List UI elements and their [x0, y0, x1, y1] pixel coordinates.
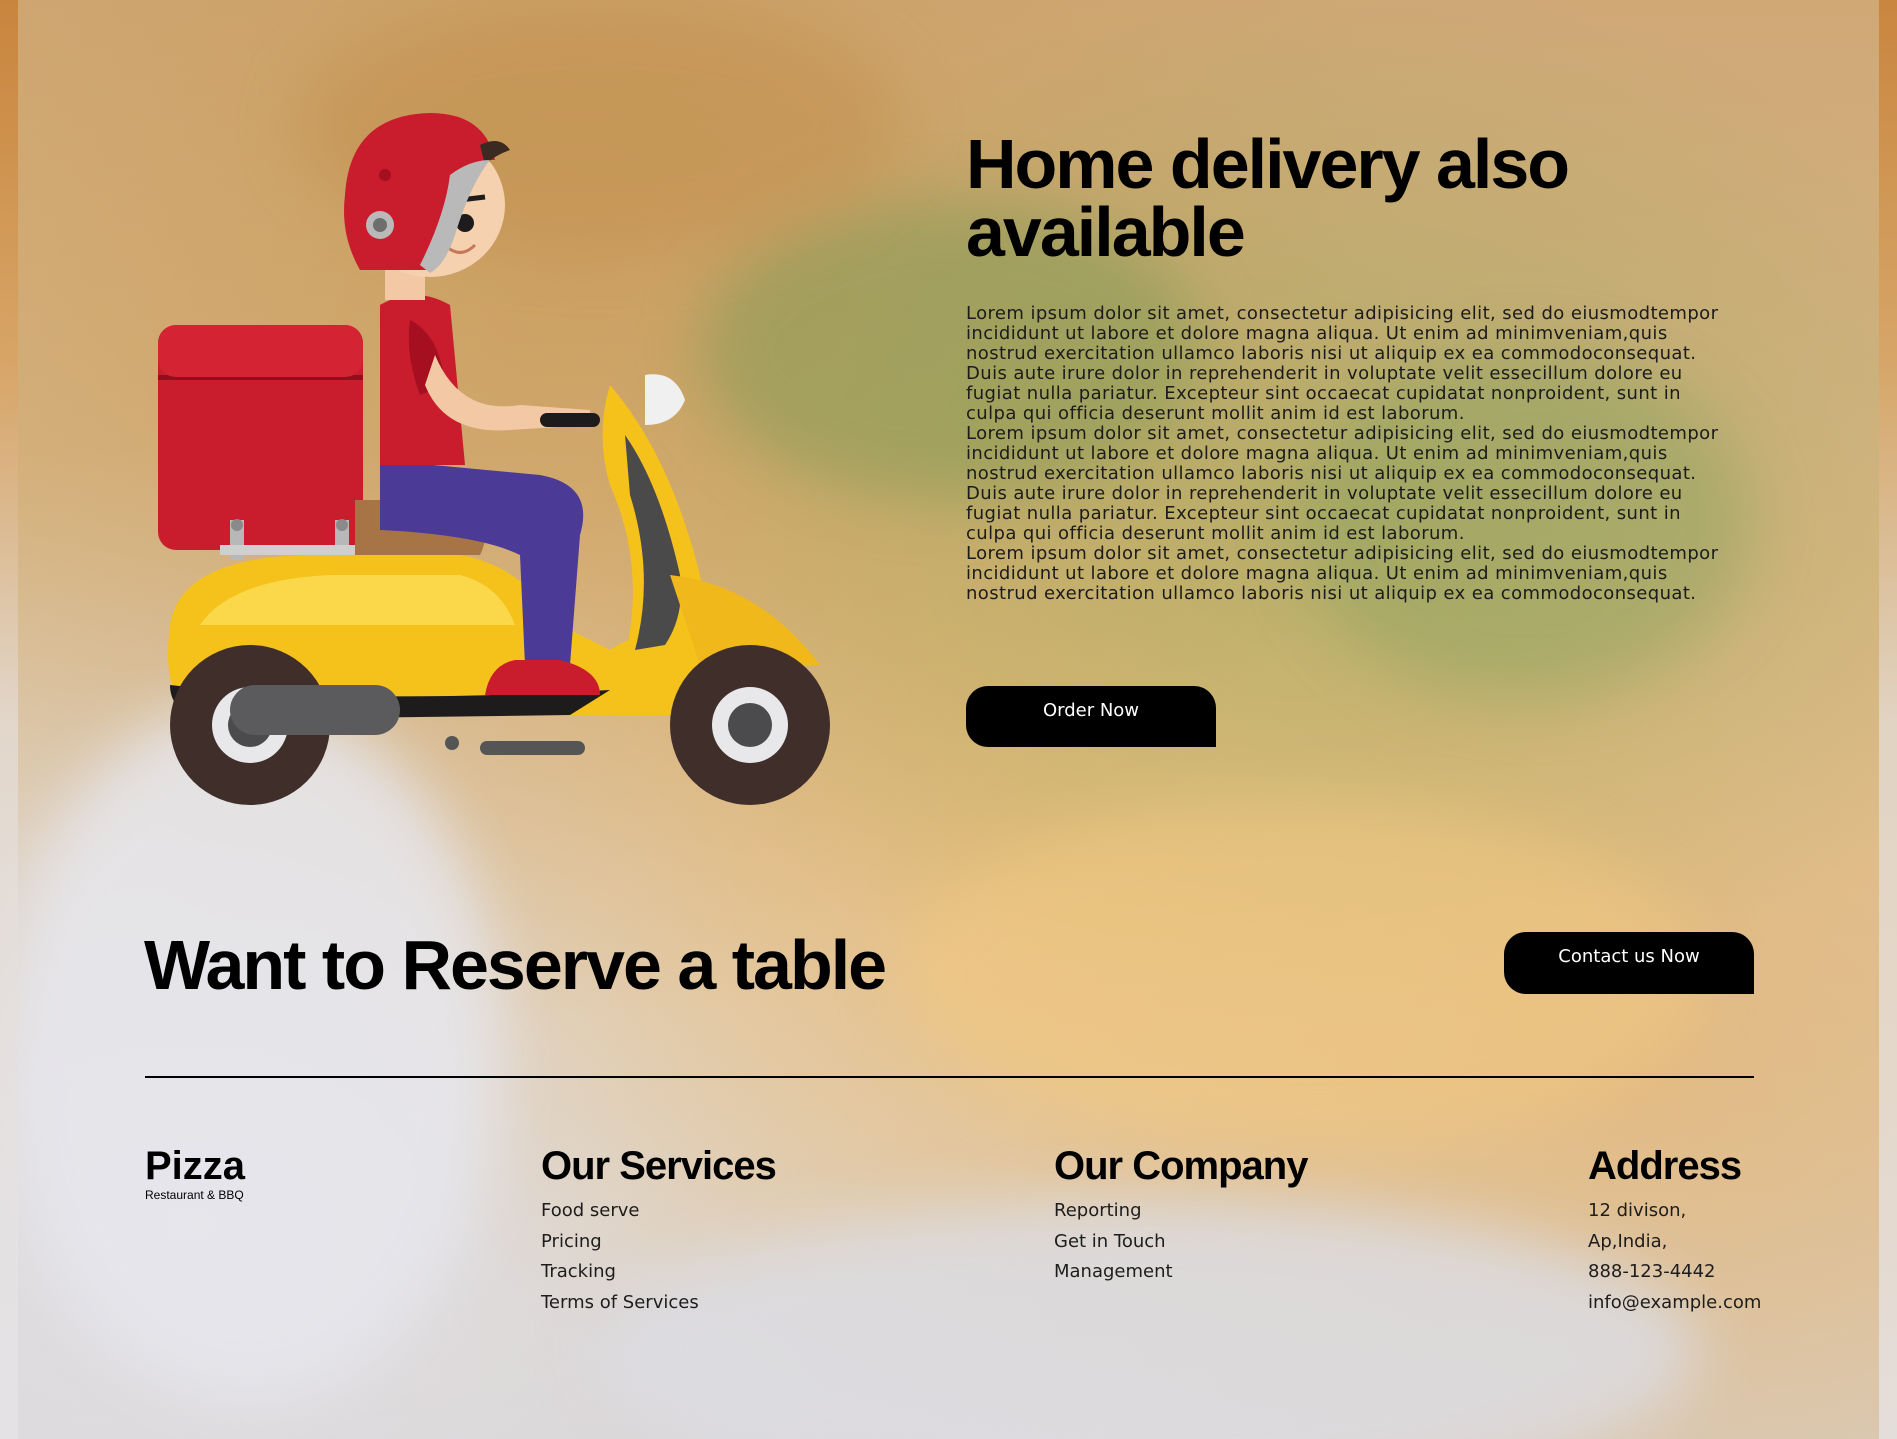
services-link-terms[interactable]: Terms of Services [541, 1288, 776, 1319]
address-line: Ap,India, [1588, 1230, 1668, 1252]
services-link-pricing[interactable]: Pricing [541, 1227, 776, 1258]
reserve-title: Want to Reserve a table [144, 926, 887, 1004]
page: Home delivery also available Lorem ipsum… [0, 0, 1897, 1439]
brand-name[interactable]: Pizza [145, 1142, 245, 1190]
services-link-food-serve[interactable]: Food serve [541, 1196, 776, 1227]
page-edge-right [1879, 0, 1897, 1439]
address-email[interactable]: info@example.com [1588, 1288, 1761, 1319]
hero-description: Lorem ipsum dolor sit amet, consectetur … [966, 304, 1726, 604]
company-link-management[interactable]: Management [1054, 1257, 1307, 1288]
hero-title: Home delivery also available [966, 125, 1570, 271]
address-phone[interactable]: 888-123-4442 [1588, 1257, 1761, 1288]
footer-brand: Pizza Restaurant & BBQ [145, 1142, 245, 1202]
background-blur-blob [0, 700, 500, 1400]
hero-paragraph: Duis aute irure dolor in reprehenderit i… [966, 363, 1683, 424]
company-link-reporting[interactable]: Reporting [1054, 1196, 1307, 1227]
hero-paragraph: Lorem ipsum dolor sit amet, consectetur … [966, 543, 1719, 604]
order-now-button[interactable]: Order Now [966, 686, 1216, 747]
address-heading: Address [1588, 1144, 1742, 1188]
contact-us-button[interactable]: Contact us Now [1504, 932, 1754, 994]
company-list: Reporting Get in Touch Management [1054, 1196, 1307, 1288]
delivery-scooter-illustration [158, 113, 830, 805]
brand-tagline: Restaurant & BBQ [145, 1188, 244, 1202]
hero-paragraph: Lorem ipsum dolor sit amet, consectetur … [966, 303, 1719, 364]
services-link-tracking[interactable]: Tracking [541, 1257, 776, 1288]
services-list: Food serve Pricing Tracking Terms of Ser… [541, 1196, 776, 1318]
footer-services: Our Services Food serve Pricing Tracking… [541, 1142, 777, 1318]
hero-paragraph: Lorem ipsum dolor sit amet, consectetur … [966, 423, 1719, 544]
footer-address: Address 12 divison, Ap,India, 888-123-44… [1588, 1142, 1761, 1318]
company-heading: Our Company [1054, 1144, 1308, 1188]
company-link-get-in-touch[interactable]: Get in Touch [1054, 1227, 1307, 1258]
footer-divider [145, 1076, 1754, 1078]
services-heading: Our Services [541, 1144, 777, 1188]
footer-company: Our Company Reporting Get in Touch Manag… [1054, 1142, 1308, 1288]
address-line: 12 divison, [1588, 1200, 1687, 1221]
page-edge-left [0, 0, 18, 1439]
hero-section: Home delivery also available Lorem ipsum… [966, 125, 1726, 604]
address-list: 12 divison, Ap,India, 888-123-4442 info@… [1588, 1196, 1761, 1318]
